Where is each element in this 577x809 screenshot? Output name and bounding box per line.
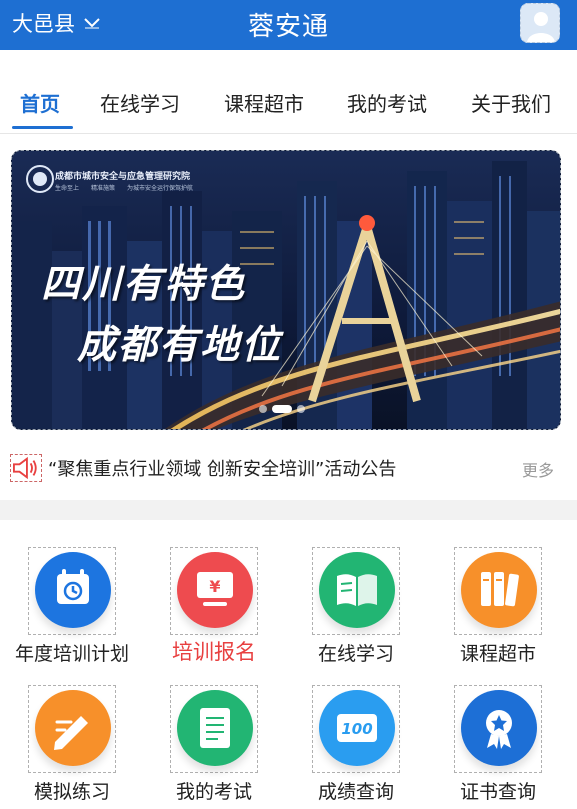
grid-label: 课程超市 (459, 643, 536, 665)
grid-item-score-query[interactable]: 100 成绩查询 (284, 685, 428, 805)
calendar-clock-icon (35, 552, 111, 628)
icon-frame (454, 685, 542, 773)
grid-item-course-market[interactable]: 课程超市 (426, 547, 570, 667)
notice-bar[interactable]: “聚焦重点行业领域 创新安全培训”活动公告 更多 (0, 448, 577, 488)
user-avatar[interactable] (520, 3, 560, 43)
tab-course-market[interactable]: 课程超市 (224, 88, 304, 117)
grid-label: 在线学习 (317, 643, 394, 665)
top-header: 大邑县 蓉安通 (0, 0, 577, 50)
grid-item-annual-plan[interactable]: 年度培训计划 (0, 547, 144, 667)
grid-item-mock-practice[interactable]: 模拟练习 (0, 685, 144, 805)
tab-home[interactable]: 首页 (20, 88, 60, 117)
nav-tabs: 首页 在线学习 课程超市 我的考试 关于我们 (0, 58, 577, 134)
pencil-note-icon (35, 690, 111, 766)
grid-label: 成绩查询 (317, 781, 394, 803)
icon-frame: 100 (312, 685, 400, 773)
notice-text[interactable]: “聚焦重点行业领域 创新安全培训”活动公告 (48, 455, 396, 481)
icon-frame (28, 547, 116, 635)
section-divider (0, 500, 577, 520)
scroll-document-icon (177, 690, 253, 766)
grid-item-certificate-query[interactable]: 证书查询 (426, 685, 570, 805)
carousel-indicators (259, 405, 305, 413)
carousel-dot-active[interactable] (272, 405, 292, 413)
banner-headline-1: 四川有特色 (41, 262, 247, 307)
grid-label: 年度培训计划 (14, 643, 129, 665)
banner-org-name: 成都市城市安全与应急管理研究院 (55, 172, 191, 182)
notice-more-link[interactable]: 更多 (522, 457, 554, 481)
grid-item-my-exams[interactable]: 我的考试 (142, 685, 286, 805)
grid-item-online-learning[interactable]: 在线学习 (284, 547, 428, 667)
award-badge-icon (461, 690, 537, 766)
carousel-dot[interactable] (297, 405, 305, 413)
app-title: 蓉安通 (247, 12, 329, 42)
icon-frame: ¥ (170, 547, 258, 635)
tab-my-exams[interactable]: 我的考试 (347, 88, 427, 117)
svg-text:100: 100 (341, 720, 372, 738)
icon-frame (170, 685, 258, 773)
yen-monitor-icon: ¥ (177, 552, 253, 628)
banner-slogan: 生命至上 精准施策 为城市安全运行保驾护航 (55, 185, 194, 192)
carousel-dot[interactable] (259, 405, 267, 413)
speaker-icon (10, 454, 42, 482)
grid-item-training-signup[interactable]: ¥ 培训报名 (142, 547, 286, 667)
icon-frame (28, 685, 116, 773)
active-tab-indicator (12, 126, 73, 129)
open-book-icon (319, 552, 395, 628)
banner-carousel[interactable]: 成都市城市安全与应急管理研究院 生命至上 精准施策 为城市安全运行保驾护航 四川… (11, 150, 561, 430)
grid-label: 培训报名 (172, 640, 256, 664)
books-icon (461, 552, 537, 628)
banner-headline-2: 成都有地位 (77, 323, 283, 368)
tab-about-us[interactable]: 关于我们 (471, 88, 551, 117)
tab-online-learning[interactable]: 在线学习 (100, 88, 180, 117)
grid-label: 模拟练习 (33, 781, 110, 803)
score-100-icon: 100 (319, 690, 395, 766)
svg-text:¥: ¥ (209, 577, 220, 596)
user-icon (527, 12, 555, 42)
grid-label: 我的考试 (175, 781, 252, 803)
grid-label: 证书查询 (459, 781, 536, 803)
icon-frame (454, 547, 542, 635)
icon-frame (312, 547, 400, 635)
